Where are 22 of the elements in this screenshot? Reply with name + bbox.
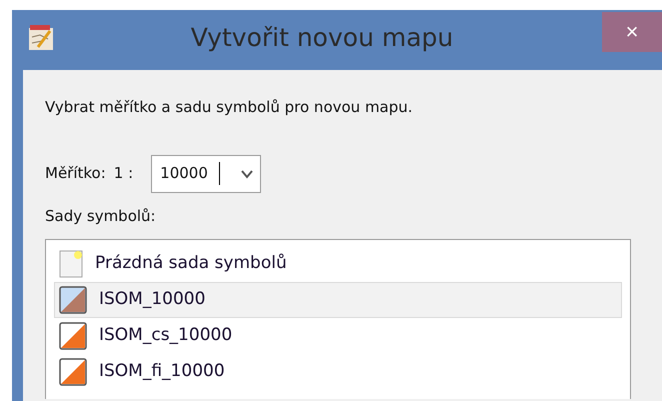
dropdown-caret-icon[interactable] — [240, 168, 254, 178]
symbol-set-name: ISOM_fi_10000 — [99, 360, 225, 384]
symbol-set-name: ISOM_cs_10000 — [99, 324, 232, 348]
map-app-icon — [28, 25, 54, 51]
scale-prefix: 1 : — [114, 163, 134, 184]
symbol-set-item[interactable]: ISOM_fi_10000 — [54, 354, 622, 390]
intro-text: Vybrat měřítko a sadu symbolů pro novou mapu. — [45, 97, 414, 118]
scale-input[interactable]: 10000 — [160, 162, 220, 185]
symbol-set-item[interactable]: ISOM_10000 — [54, 282, 622, 318]
symbol-set-name: Prázdná sada symbolů — [95, 252, 287, 276]
symbol-set-item[interactable]: ISOM_cs_10000 — [54, 318, 622, 354]
scale-combo-box[interactable]: 10000 — [151, 154, 262, 192]
symbol-set-icon — [59, 286, 87, 314]
close-button[interactable]: × — [602, 12, 662, 52]
symbol-sets-label: Sady symbolů: — [45, 206, 157, 226]
window-title: Vytvořit novou mapu — [190, 22, 454, 54]
symbol-set-icon — [59, 358, 87, 386]
symbol-set-item[interactable]: Prázdná sada symbolů — [54, 246, 622, 282]
scale-label: Měřítko: — [45, 163, 106, 184]
blank-page-icon — [59, 250, 83, 278]
symbol-set-name: ISOM_10000 — [99, 288, 206, 312]
symbol-set-icon — [59, 322, 87, 350]
